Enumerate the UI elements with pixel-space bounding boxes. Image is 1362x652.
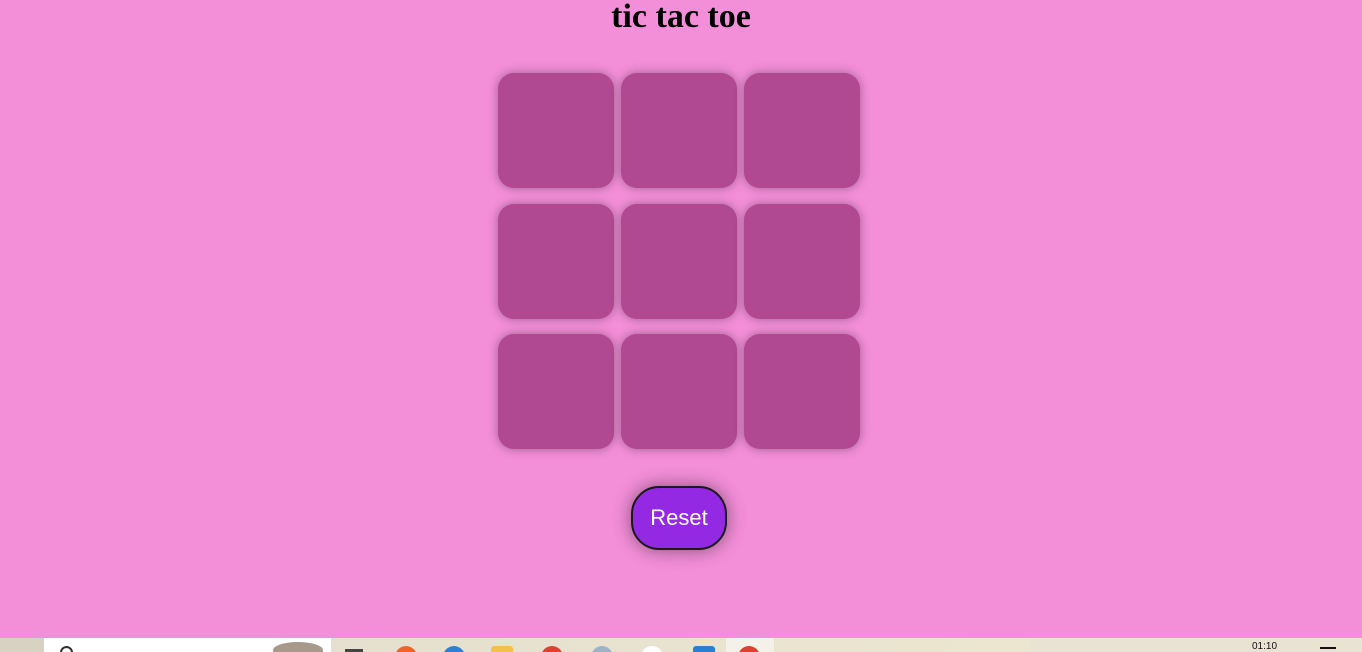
app-red-icon[interactable] bbox=[541, 646, 563, 652]
board-cell-4[interactable] bbox=[498, 204, 614, 319]
search-highlight-image bbox=[273, 642, 323, 652]
taskbar-clock[interactable]: 01:10 bbox=[1252, 642, 1277, 652]
chrome-icon[interactable] bbox=[641, 646, 663, 652]
board-cell-3[interactable] bbox=[744, 73, 860, 188]
page-title: tic tac toe bbox=[611, 0, 751, 35]
board-cell-8[interactable] bbox=[621, 334, 737, 449]
taskbar-search-box[interactable] bbox=[44, 638, 331, 652]
taskbar: 01:10 bbox=[0, 638, 1362, 652]
board-cell-2[interactable] bbox=[621, 73, 737, 188]
board-cell-1[interactable] bbox=[498, 73, 614, 188]
game-board bbox=[498, 73, 860, 450]
reset-button[interactable]: Reset bbox=[631, 486, 727, 550]
vscode-icon[interactable] bbox=[693, 646, 715, 652]
brave-browser-icon[interactable] bbox=[395, 646, 417, 652]
file-explorer-icon[interactable] bbox=[491, 646, 513, 652]
edge-browser-icon[interactable] bbox=[443, 646, 465, 652]
taskbar-apps bbox=[331, 638, 1031, 652]
board-cell-9[interactable] bbox=[744, 334, 860, 449]
active-app-icon[interactable] bbox=[738, 646, 760, 652]
active-app-slot[interactable] bbox=[726, 638, 774, 652]
search-icon bbox=[60, 646, 73, 652]
notification-icon[interactable] bbox=[1320, 647, 1336, 649]
board-cell-6[interactable] bbox=[744, 204, 860, 319]
start-button[interactable] bbox=[0, 638, 44, 652]
board-cell-7[interactable] bbox=[498, 334, 614, 449]
board-cell-5[interactable] bbox=[621, 204, 737, 319]
app-tool-icon[interactable] bbox=[591, 646, 613, 652]
